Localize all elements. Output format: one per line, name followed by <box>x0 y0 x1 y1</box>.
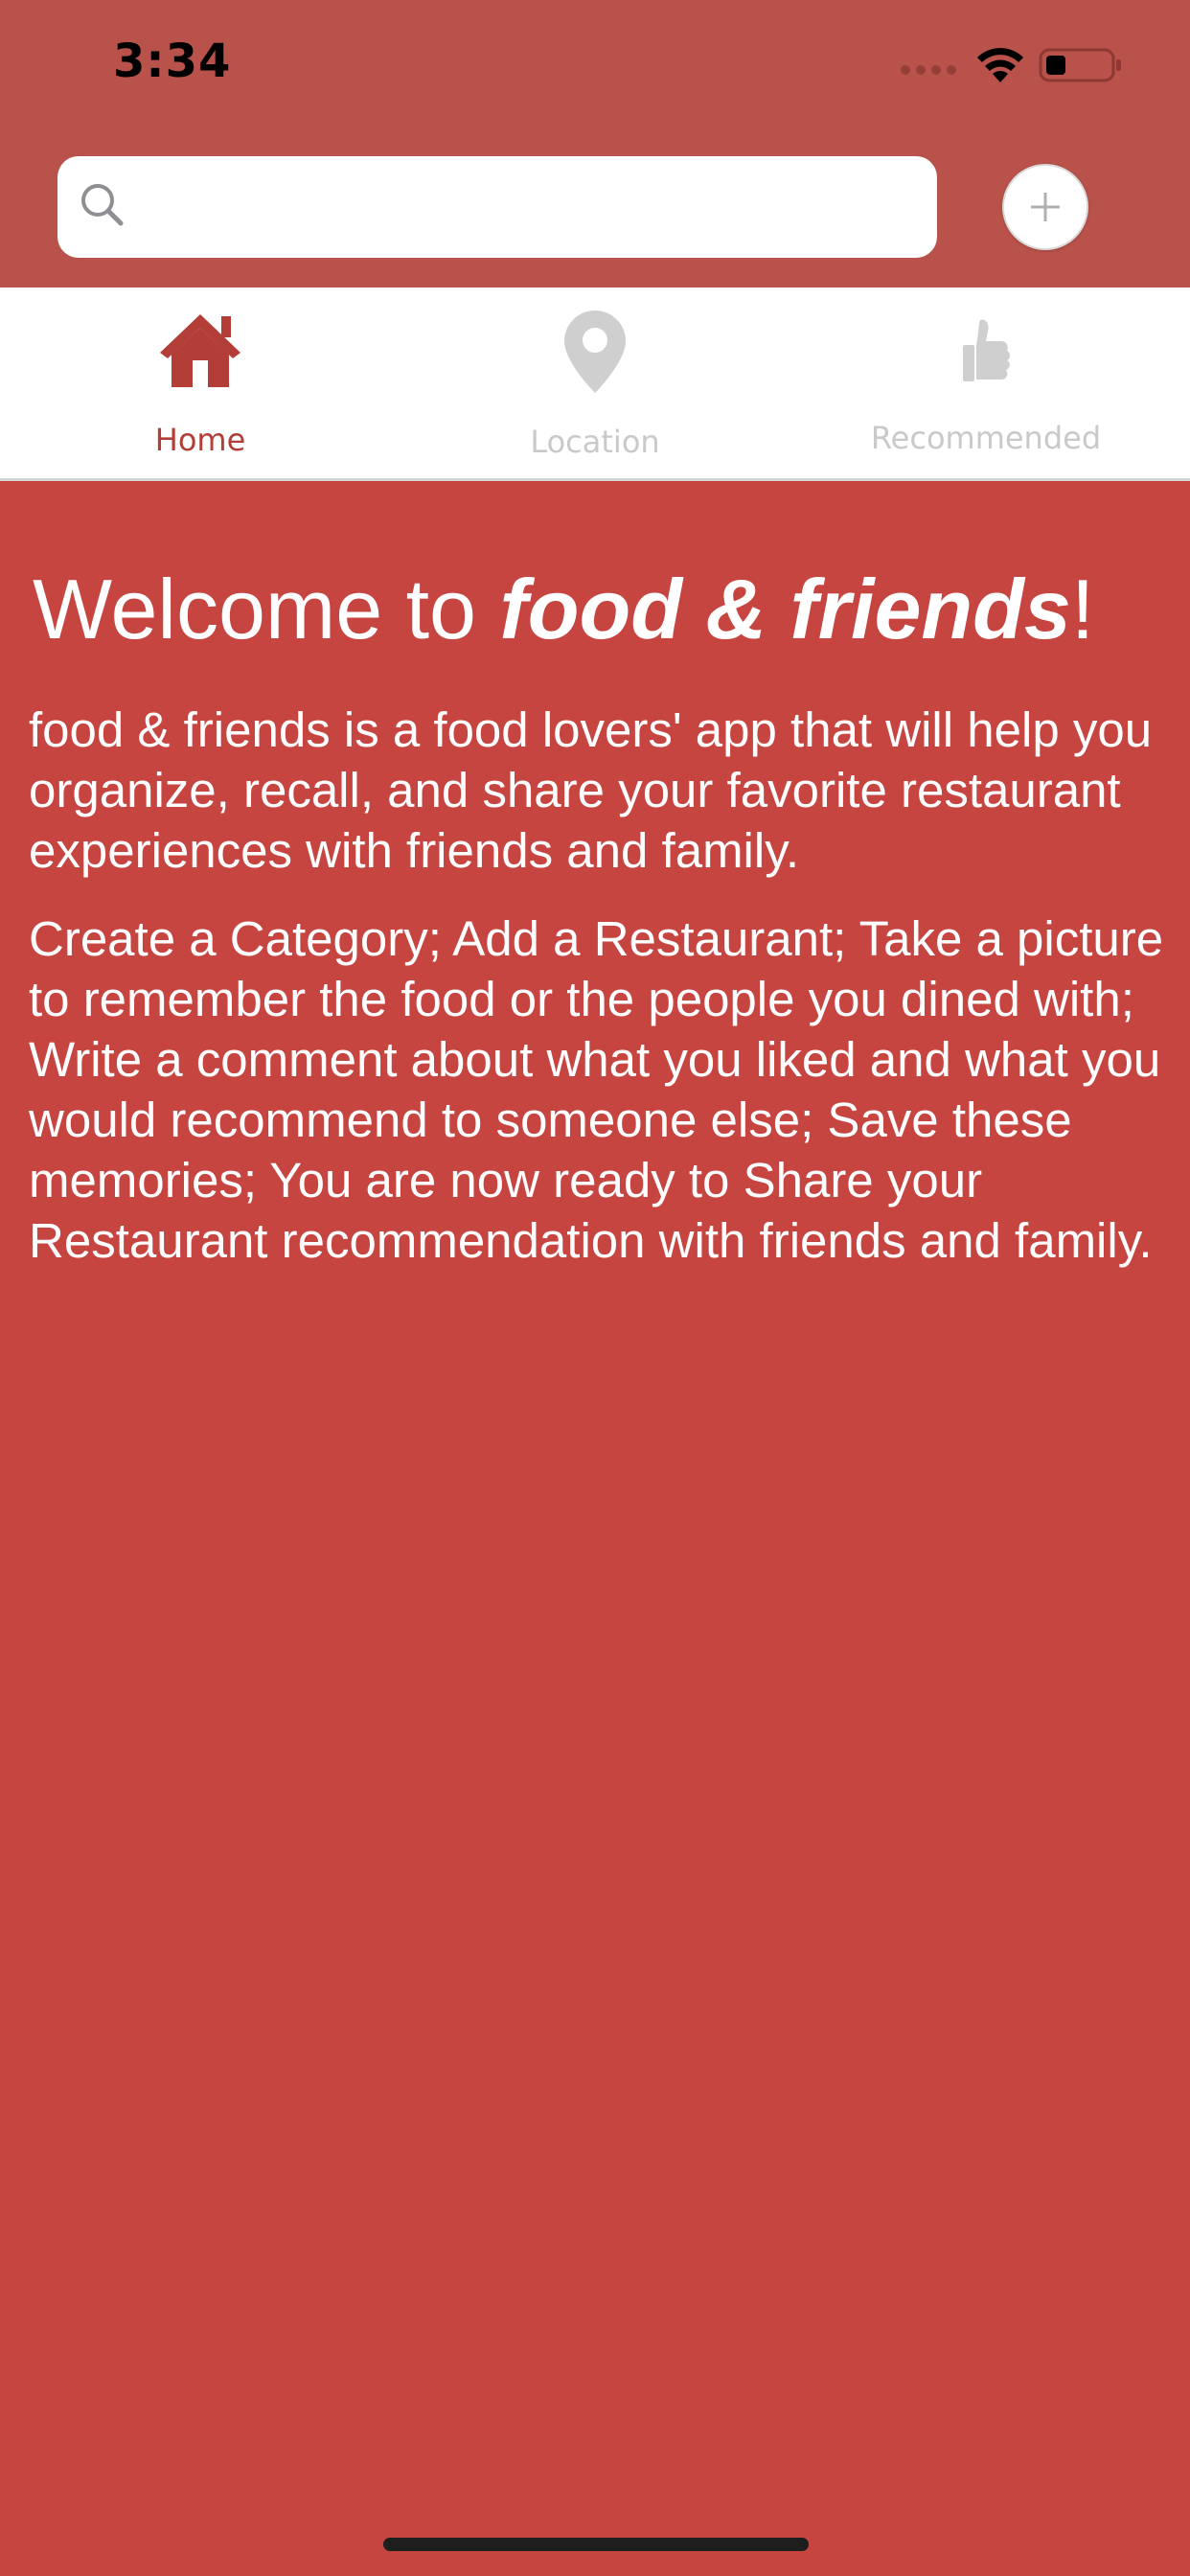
search-icon <box>81 184 124 226</box>
location-pin-icon <box>564 310 626 393</box>
welcome-suffix: ! <box>1070 562 1095 656</box>
thumbs-up-icon <box>963 319 1010 381</box>
status-bar: 3:34 <box>0 0 1190 129</box>
home-icon <box>160 314 240 387</box>
intro-paragraph: food & friends is a food lovers' app tha… <box>29 702 1153 878</box>
add-button[interactable] <box>1002 164 1088 250</box>
tab-recommended[interactable]: Recommended <box>788 288 1184 478</box>
battery-icon <box>1039 48 1121 82</box>
search-bar[interactable] <box>57 156 937 260</box>
tab-home[interactable]: Home <box>2 288 399 478</box>
tab-label-home: Home <box>154 422 246 458</box>
tab-label-location: Location <box>530 424 660 460</box>
tab-bar: Home Location Recommended <box>0 288 1190 481</box>
brand-name: food & friends <box>499 562 1071 656</box>
status-time: 3:34 <box>113 34 232 88</box>
wifi-icon <box>977 48 1023 82</box>
instructions-paragraph: Create a Category; Add a Restaurant; Tak… <box>29 911 1164 1268</box>
tab-location[interactable]: Location <box>397 288 793 478</box>
plus-icon <box>1031 193 1060 221</box>
cellular-signal-icon <box>901 56 956 75</box>
header-bar <box>0 129 1190 288</box>
search-input[interactable] <box>149 156 920 260</box>
tab-label-recommended: Recommended <box>870 420 1102 456</box>
home-indicator[interactable] <box>383 2538 809 2551</box>
welcome-title: Welcome to food & friends! <box>33 562 1182 657</box>
status-icons <box>901 42 1125 88</box>
welcome-prefix: Welcome to <box>33 562 500 656</box>
